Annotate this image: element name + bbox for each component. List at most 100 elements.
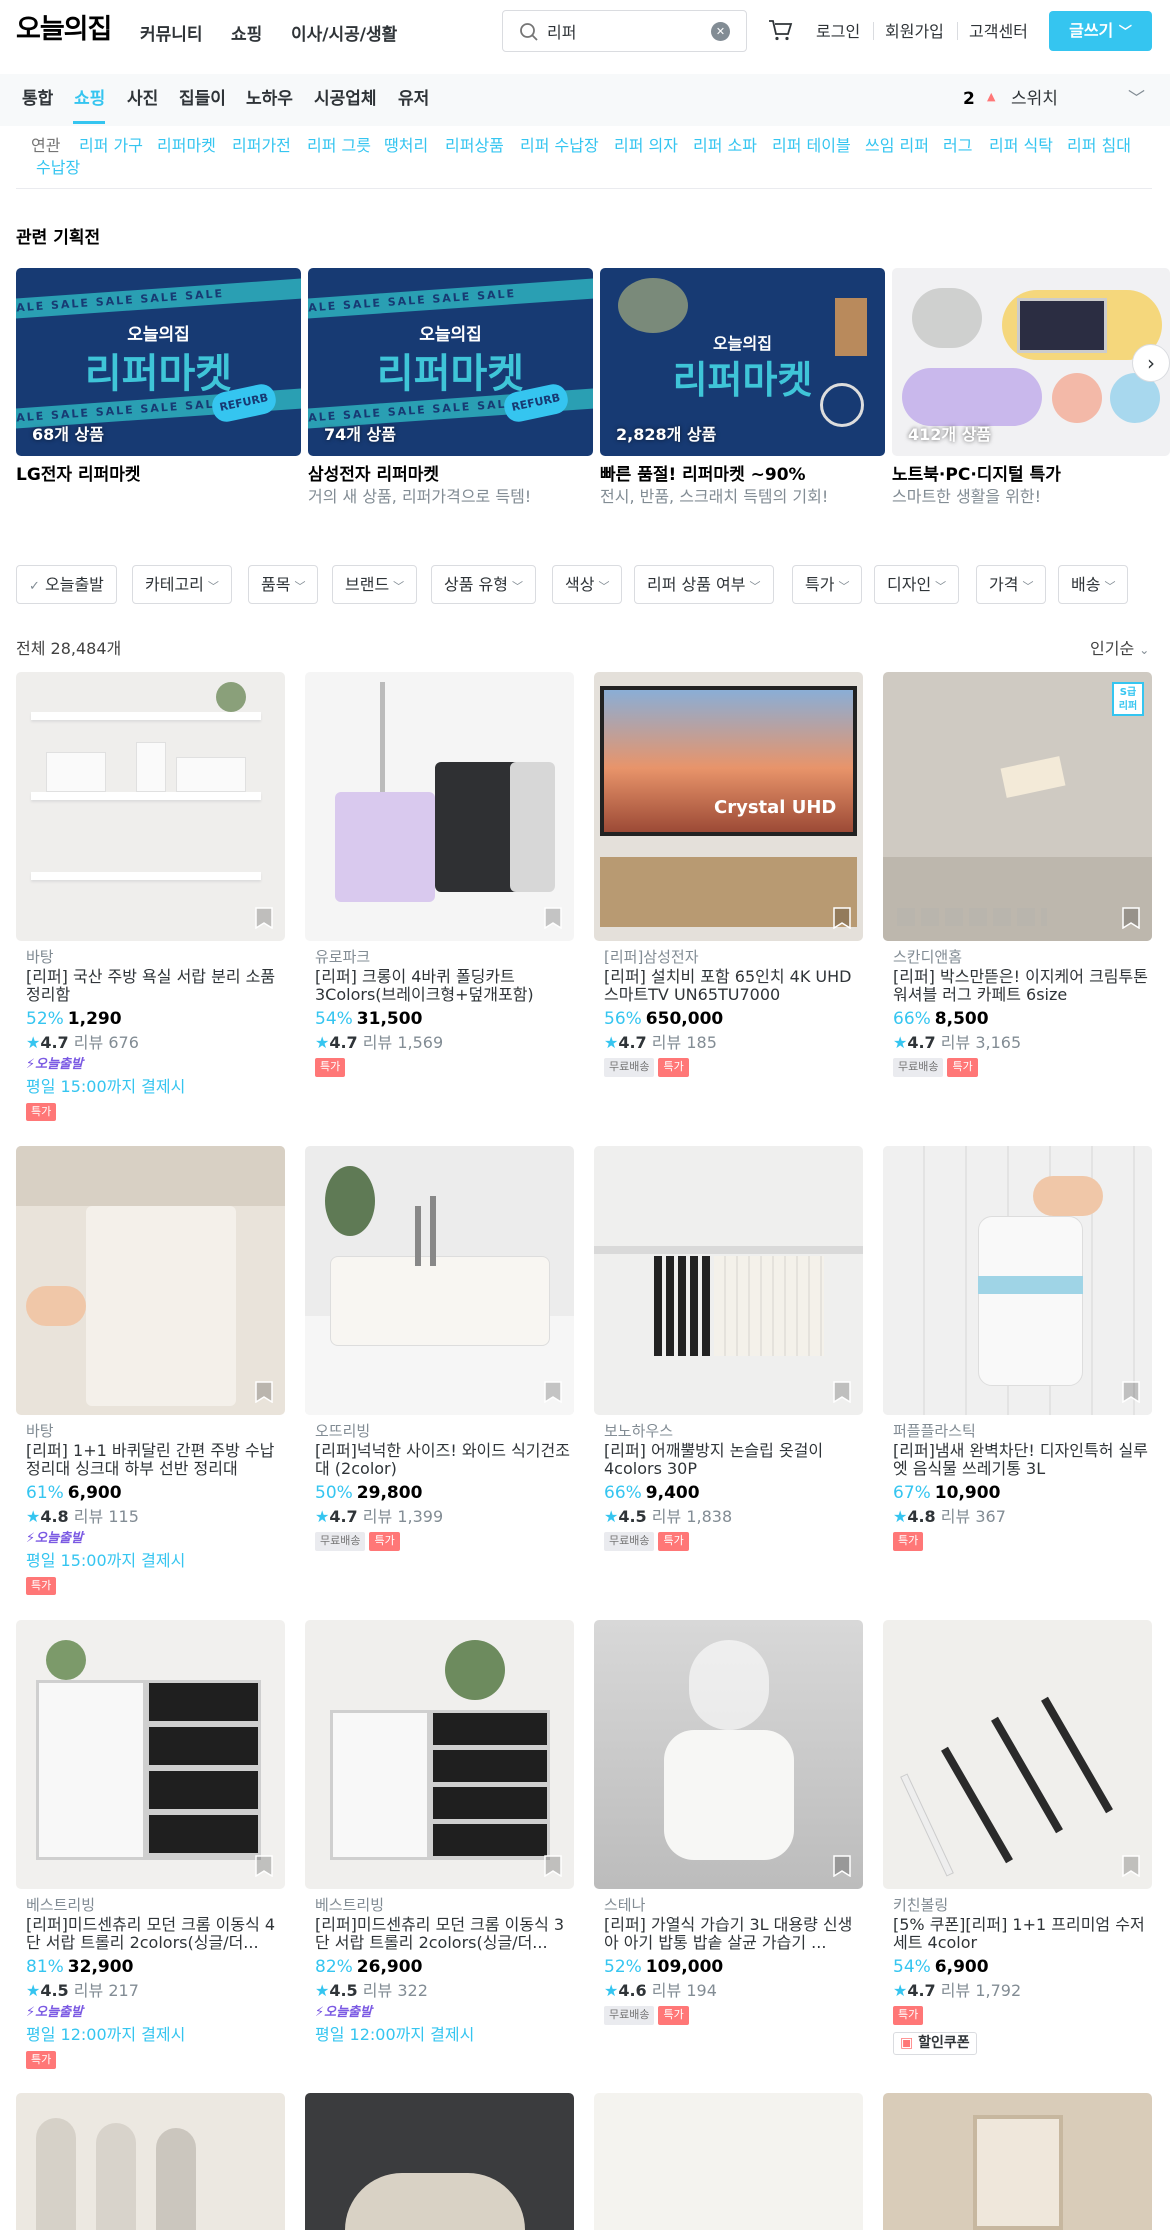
search-box[interactable]: ✕ — [502, 10, 747, 52]
filter-product-type[interactable]: 상품 유형 ﹀ — [431, 565, 536, 604]
plan-card[interactable]: SALE SALE SALE SALE SALE SALE SALE SALE … — [308, 268, 593, 508]
cart-icon[interactable] — [767, 17, 793, 43]
bookmark-icon[interactable] — [544, 1855, 562, 1877]
related-keyword[interactable]: 쓰임 리퍼 — [865, 136, 929, 157]
tab-housewarming[interactable]: 집들이 — [179, 88, 226, 110]
product-image[interactable] — [305, 2093, 574, 2230]
related-keyword[interactable]: 리퍼 식탁 — [989, 136, 1053, 157]
tab-shopping[interactable]: 쇼핑 — [74, 88, 105, 110]
tab-photo[interactable]: 사진 — [127, 88, 158, 110]
related-keyword[interactable]: 리퍼 테이블 — [772, 136, 851, 157]
related-keyword[interactable]: 땡처리 — [384, 136, 428, 157]
product-image[interactable] — [16, 2093, 285, 2230]
product-image[interactable] — [16, 1146, 285, 1415]
product-card[interactable]: 바탕 [리퍼] 1+1 바퀴달린 간편 주방 수납정리대 싱크대 하부 선반 정… — [16, 1146, 285, 1597]
product-card[interactable]: 퍼플플라스틱 [리퍼]냄새 완벽차단! 디자인특허 실루엣 음식물 쓰레기통 3… — [883, 1146, 1152, 1552]
rank-keyword[interactable]: 스위치 — [1011, 88, 1058, 110]
filter-delivery[interactable]: 배송 ﹀ — [1058, 565, 1129, 604]
tab-contractor[interactable]: 시공업체 — [314, 88, 377, 110]
product-card[interactable]: 키친볼링 [5% 쿠폰][리퍼] 1+1 프리미엄 수저세트 4color 54… — [883, 1620, 1152, 2055]
product-image[interactable] — [594, 1620, 863, 1889]
product-card[interactable]: 유로파크 [리퍼] 크롱이 4바퀴 폴딩카트 3Colors(브레이크형+덮개포… — [305, 672, 574, 1078]
product-card[interactable]: 스테나 [리퍼] 가열식 가습기 3L 대용량 신생아 아기 밥통 밥솥 살균 … — [594, 1620, 863, 2026]
bookmark-icon[interactable] — [544, 907, 562, 929]
product-name[interactable]: [리퍼] 국산 주방 욕실 서랍 분리 소품 정리함 — [26, 968, 285, 1006]
bookmark-icon[interactable] — [833, 1855, 851, 1877]
product-image[interactable] — [594, 2093, 863, 2230]
related-keyword[interactable]: 리퍼마켓 — [157, 136, 216, 157]
chevron-down-icon[interactable]: ﹀ — [1128, 88, 1145, 110]
product-card[interactable]: 베스트리빙 [리퍼]미드센츄리 모던 크롬 이동식 3단 서랍 트롤리 2col… — [305, 1620, 574, 2071]
product-image[interactable] — [305, 672, 574, 941]
product-card[interactable]: 바탕 [리퍼] 국산 주방 욕실 서랍 분리 소품 정리함 52% 1,290 ★… — [16, 672, 285, 1123]
search-input[interactable] — [547, 19, 697, 43]
help-link[interactable]: 고객센터 — [969, 22, 1028, 43]
related-keyword[interactable]: 러그 — [943, 136, 972, 157]
bookmark-icon[interactable] — [1122, 907, 1140, 929]
bookmark-icon[interactable] — [544, 1381, 562, 1403]
tab-knowhow[interactable]: 노하우 — [246, 88, 293, 110]
product-name[interactable]: [리퍼] 크롱이 4바퀴 폴딩카트 3Colors(브레이크형+덮개포함) — [315, 968, 574, 1006]
product-name[interactable]: [리퍼]미드센츄리 모던 크롬 이동식 4단 서랍 트롤리 2colors(싱글… — [26, 1916, 285, 1954]
product-image[interactable]: Crystal UHD — [594, 672, 863, 941]
nav-moving[interactable]: 이사/시공/생활 — [291, 24, 397, 46]
product-image[interactable] — [883, 2093, 1152, 2230]
filter-item[interactable]: 품목 ﹀ — [248, 565, 319, 604]
product-name[interactable]: [리퍼] 어깨뿔방지 논슬립 옷걸이 4colors 30P — [604, 1442, 863, 1480]
filter-refurb[interactable]: 리퍼 상품 여부 ﹀ — [634, 565, 774, 604]
related-keyword[interactable]: 리퍼 소파 — [693, 136, 757, 157]
plan-card[interactable]: 오늘의집 리퍼마켓 2,828개 상품 빠른 품절! 리퍼마켓 ~90% 전시,… — [600, 268, 885, 508]
product-image[interactable] — [883, 1620, 1152, 1889]
bookmark-icon[interactable] — [833, 907, 851, 929]
bookmark-icon[interactable] — [255, 1381, 273, 1403]
bookmark-icon[interactable] — [833, 1381, 851, 1403]
tab-all[interactable]: 통합 — [22, 88, 53, 110]
product-name[interactable]: [리퍼] 1+1 바퀴달린 간편 주방 수납정리대 싱크대 하부 선반 정리대 — [26, 1442, 285, 1480]
filter-design[interactable]: 디자인 ﹀ — [874, 565, 960, 604]
product-image[interactable] — [594, 1146, 863, 1415]
product-name[interactable]: [리퍼]냄새 완벽차단! 디자인특허 실루엣 음식물 쓰레기통 3L — [893, 1442, 1152, 1480]
nav-shopping[interactable]: 쇼핑 — [231, 24, 262, 46]
bookmark-icon[interactable] — [1122, 1381, 1140, 1403]
nav-community[interactable]: 커뮤니티 — [140, 24, 203, 46]
product-name[interactable]: [리퍼] 가열식 가습기 3L 대용량 신생아 아기 밥통 밥솥 살균 가습기 … — [604, 1916, 863, 1954]
product-name[interactable]: [리퍼]넉넉한 사이즈! 와이드 식기건조대 (2color) — [315, 1442, 574, 1480]
filter-price[interactable]: 가격 ﹀ — [976, 565, 1047, 604]
signup-link[interactable]: 회원가입 — [885, 22, 944, 43]
product-name[interactable]: [리퍼] 박스만뜯은! 이지케어 크림투톤 워셔블 러그 카페트 6size — [893, 968, 1152, 1006]
product-image[interactable] — [16, 672, 285, 941]
product-name[interactable]: [리퍼] 설치비 포함 65인치 4K UHD 스마트TV UN65TU7000 — [604, 968, 863, 1006]
filter-special[interactable]: 특가 ﹀ — [792, 565, 863, 604]
bookmark-icon[interactable] — [1122, 1855, 1140, 1877]
plan-card[interactable]: 412개 상품 노트북·PC·디지털 특가 스마트한 생활을 위한! — [892, 268, 1170, 508]
related-keyword[interactable]: 리퍼 그릇 — [307, 136, 371, 157]
related-keyword[interactable]: 리퍼 가구 — [79, 136, 143, 157]
filter-brand[interactable]: 브랜드 ﹀ — [332, 565, 418, 604]
related-keyword[interactable]: 수납장 — [36, 158, 80, 179]
bookmark-icon[interactable] — [255, 1855, 273, 1877]
product-image[interactable] — [305, 1620, 574, 1889]
product-card[interactable]: 보노하우스 [리퍼] 어깨뿔방지 논슬립 옷걸이 4colors 30P 66%… — [594, 1146, 863, 1552]
bookmark-icon[interactable] — [255, 907, 273, 929]
coupon-badge[interactable]: ▣ 할인쿠폰 — [893, 2032, 977, 2055]
product-card[interactable]: Crystal UHD [리퍼]삼성전자 [리퍼] 설치비 포함 65인치 4K… — [594, 672, 863, 1078]
logo[interactable]: 오늘의집 — [16, 12, 112, 47]
write-button[interactable]: 글쓰기 ﹀ — [1049, 11, 1152, 51]
product-image[interactable] — [16, 1620, 285, 1889]
product-image[interactable] — [883, 1146, 1152, 1415]
filter-category[interactable]: 카테고리 ﹀ — [132, 565, 232, 604]
product-name[interactable]: [5% 쿠폰][리퍼] 1+1 프리미엄 수저세트 4color — [893, 1916, 1152, 1954]
product-card[interactable]: 베스트리빙 [리퍼]미드센츄리 모던 크롬 이동식 4단 서랍 트롤리 2col… — [16, 1620, 285, 2071]
sort-dropdown[interactable]: 인기순 ⌄ — [1090, 639, 1149, 660]
related-keyword[interactable]: 리퍼 수납장 — [520, 136, 599, 157]
related-keyword[interactable]: 리퍼가전 — [232, 136, 291, 157]
product-name[interactable]: [리퍼]미드센츄리 모던 크롬 이동식 3단 서랍 트롤리 2colors(싱글… — [315, 1916, 574, 1954]
filter-today-ship[interactable]: ✓ 오늘출발 — [16, 565, 117, 604]
related-keyword[interactable]: 리퍼상품 — [445, 136, 504, 157]
product-card[interactable]: S급 리퍼 스칸디앤홈 [리퍼] 박스만뜯은! 이지케어 크림투톤 워셔블 러그 … — [883, 672, 1152, 1078]
related-keyword[interactable]: 리퍼 침대 — [1067, 136, 1131, 157]
plan-card[interactable]: SALE SALE SALE SALE SALE SALE SALE SALE … — [16, 268, 301, 487]
clear-icon[interactable]: ✕ — [711, 22, 730, 41]
related-keyword[interactable]: 리퍼 의자 — [614, 136, 678, 157]
login-link[interactable]: 로그인 — [816, 22, 860, 43]
